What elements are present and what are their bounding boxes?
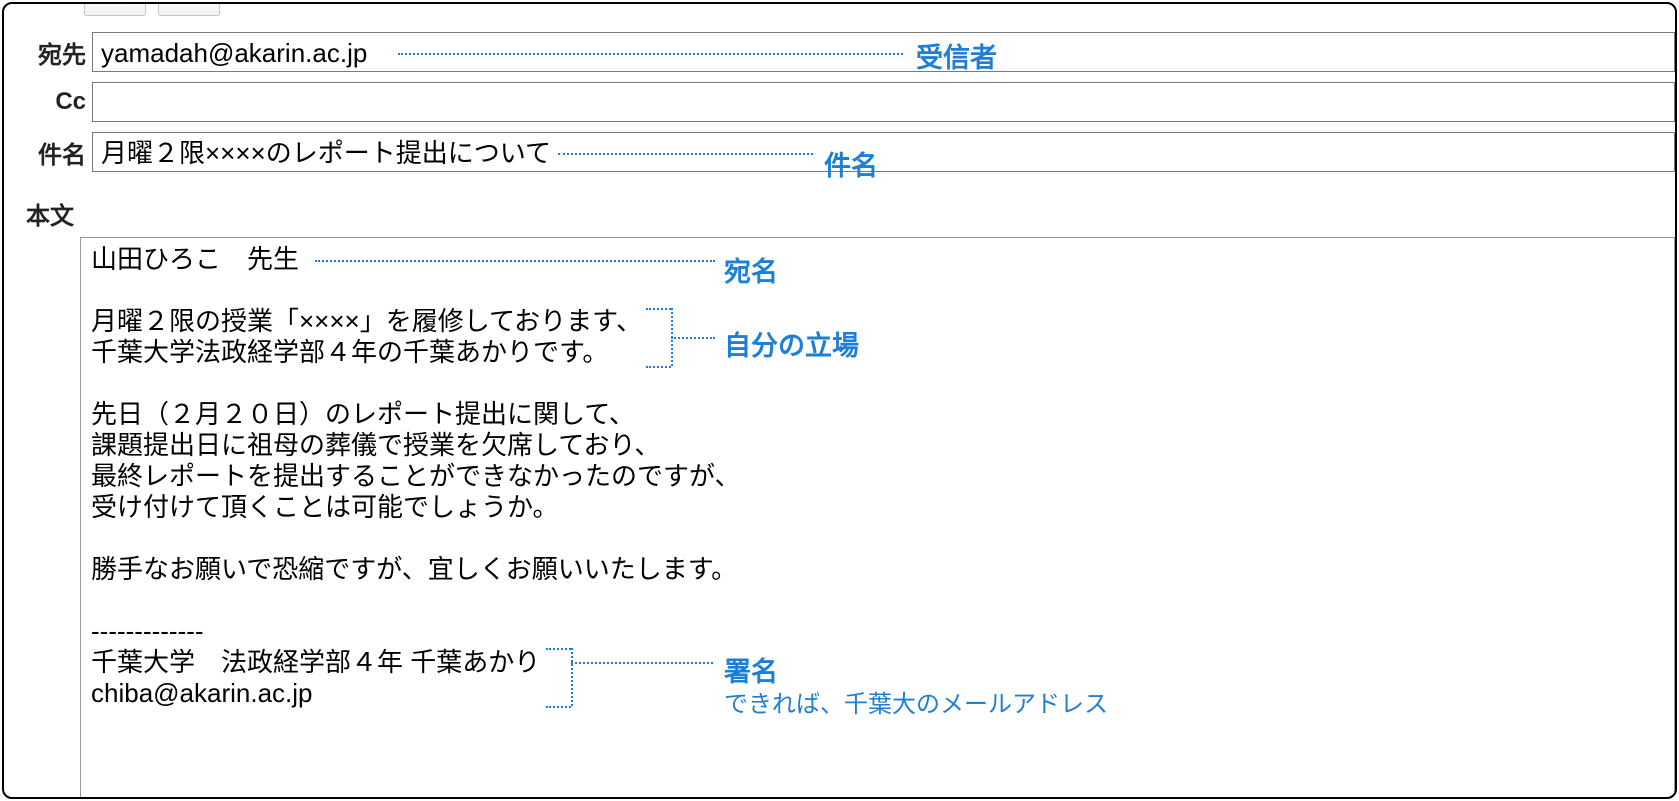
leader-recipient xyxy=(398,53,903,55)
body-line-1: 山田ひろこ 先生 xyxy=(91,244,299,274)
row-to: 宛先 yamadah@akarin.ac.jp xyxy=(4,32,1675,72)
body-line-15: chiba@akarin.ac.jp xyxy=(91,678,313,708)
field-to-value: yamadah@akarin.ac.jp xyxy=(101,38,367,68)
leader-signature xyxy=(571,662,713,664)
field-cc[interactable] xyxy=(92,82,1675,122)
bracket-introduction xyxy=(651,308,671,366)
leader-introduction xyxy=(671,337,715,339)
toolbar-cutoff xyxy=(84,2,220,16)
label-body: 本文 xyxy=(26,196,1675,231)
field-subject[interactable]: 月曜２限××××のレポート提出について xyxy=(92,132,1675,172)
body-line-11: 勝手なお願いで恐縮ですが、宜しくお願いいたします。 xyxy=(91,554,737,584)
label-subject: 件名 xyxy=(4,135,92,170)
body-line-6: 先日（２月２０日）のレポート提出に関して、 xyxy=(91,399,635,429)
body-line-13: ------------- xyxy=(91,616,204,646)
leader-salutation xyxy=(315,260,715,262)
toolbar-button-1[interactable] xyxy=(84,2,146,16)
compose-frame: 宛先 yamadah@akarin.ac.jp 受信者 Cc 件名 月曜２限××… xyxy=(2,2,1677,799)
annotation-recipient: 受信者 xyxy=(916,36,997,75)
leader-subject xyxy=(558,153,813,155)
body-line-7: 課題提出日に祖母の葬儀で授業を欠席しており、 xyxy=(91,430,660,460)
body-line-3: 月曜２限の授業「××××」を履修しております、 xyxy=(91,306,642,336)
label-to: 宛先 xyxy=(4,35,92,70)
body-line-4: 千葉大学法政経学部４年の千葉あかりです。 xyxy=(91,337,608,367)
body-line-14: 千葉大学 法政経学部４年 千葉あかり xyxy=(91,647,540,677)
annotation-subject: 件名 xyxy=(824,144,878,183)
field-to[interactable]: yamadah@akarin.ac.jp xyxy=(92,32,1675,72)
field-subject-value: 月曜２限××××のレポート提出について xyxy=(101,138,551,168)
annotation-salutation: 宛名 xyxy=(724,250,778,289)
annotation-introduction: 自分の立場 xyxy=(724,324,859,363)
label-cc: Cc xyxy=(4,88,92,116)
body-line-8: 最終レポートを提出することができなかったのですが、 xyxy=(91,461,740,491)
body-line-9: 受け付けて頂くことは可能でしょうか。 xyxy=(91,492,558,522)
annotation-signature-note: できれば、千葉大のメールアドレス xyxy=(724,684,1108,719)
toolbar-button-2[interactable] xyxy=(158,2,220,16)
row-cc: Cc xyxy=(4,82,1675,122)
bracket-signature xyxy=(551,648,571,706)
